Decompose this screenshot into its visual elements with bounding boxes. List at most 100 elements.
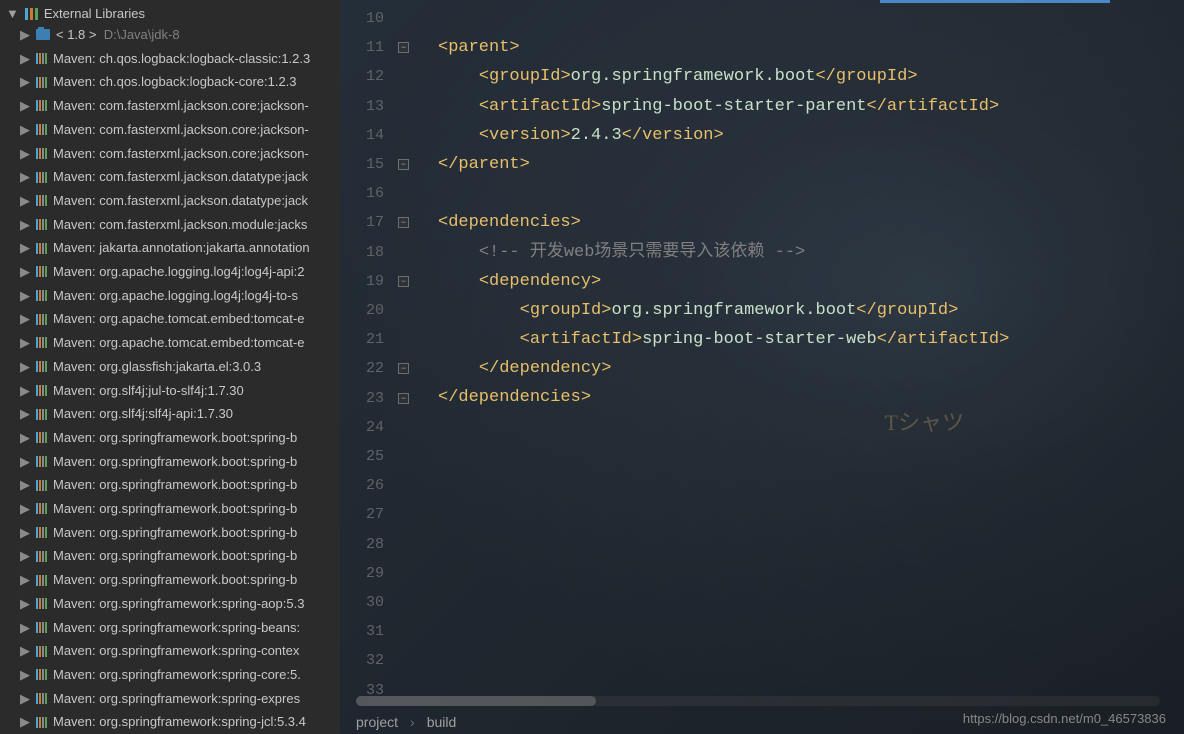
library-node[interactable]: ▶Maven: org.springframework.boot:spring-…	[0, 473, 340, 497]
project-sidebar[interactable]: ▼ External Libraries ▶ < 1.8 > D:\Java\j…	[0, 0, 340, 734]
external-libraries-node[interactable]: ▼ External Libraries	[0, 4, 340, 23]
library-label: Maven: org.springframework:spring-contex	[53, 640, 299, 662]
collapse-arrow-icon: ▶	[20, 664, 30, 686]
library-node[interactable]: ▶Maven: com.fasterxml.jackson.datatype:j…	[0, 189, 340, 213]
library-label: Maven: com.fasterxml.jackson.module:jack…	[53, 214, 307, 236]
library-label: Maven: jakarta.annotation:jakarta.annota…	[53, 237, 310, 259]
collapse-arrow-icon: ▶	[20, 427, 30, 449]
library-icon	[36, 124, 47, 135]
library-label: Maven: org.springframework:spring-core:5…	[53, 664, 301, 686]
library-label: Maven: org.apache.logging.log4j:log4j-to…	[53, 285, 298, 307]
library-icon	[36, 480, 47, 491]
library-icon	[36, 527, 47, 538]
library-node[interactable]: ▶Maven: ch.qos.logback:logback-classic:1…	[0, 47, 340, 71]
library-node[interactable]: ▶Maven: org.springframework.boot:spring-…	[0, 568, 340, 592]
library-node[interactable]: ▶ Maven: org.springframework:spring-aop:5…	[0, 592, 340, 616]
collapse-arrow-icon: ▶	[20, 451, 30, 473]
library-node[interactable]: ▶ Maven: org.springframework:spring-beans…	[0, 616, 340, 640]
fold-toggle-icon[interactable]: −	[398, 393, 409, 404]
library-label: Maven: com.fasterxml.jackson.datatype:ja…	[53, 190, 308, 212]
library-icon	[36, 551, 47, 562]
library-node[interactable]: ▶ Maven: org.springframework.boot:spring-…	[0, 426, 340, 450]
collapse-arrow-icon: ▶	[20, 166, 30, 188]
library-label: Maven: com.fasterxml.jackson.datatype:ja…	[53, 166, 308, 188]
library-label: Maven: org.apache.tomcat.embed:tomcat-e	[53, 308, 304, 330]
horizontal-scrollbar[interactable]	[356, 696, 1160, 706]
library-node[interactable]: ▶Maven: org.springframework.boot:spring-…	[0, 544, 340, 568]
library-node[interactable]: ▶Maven: org.glassfish:jakarta.el:3.0.3	[0, 355, 340, 379]
library-icon	[36, 100, 47, 111]
library-icon	[36, 456, 47, 467]
library-node[interactable]: ▶ Maven: org.apache.logging.log4j:log4j-t…	[0, 284, 340, 308]
library-icon	[36, 290, 47, 301]
tab-highlight	[880, 0, 1110, 3]
library-node[interactable]: ▶ Maven: org.springframework.boot:spring-…	[0, 450, 340, 474]
sdk-path: D:\Java\jdk-8	[104, 27, 180, 42]
collapse-arrow-icon: ▶	[20, 640, 30, 662]
library-node[interactable]: ▶Maven: org.springframework.boot:spring-…	[0, 521, 340, 545]
library-label: Maven: com.fasterxml.jackson.core:jackso…	[53, 119, 309, 141]
library-icon	[36, 693, 47, 704]
library-icon	[36, 243, 47, 254]
library-label: Maven: org.springframework.boot:spring-b	[53, 427, 297, 449]
sdk-icon	[36, 29, 50, 40]
library-label: Maven: org.glassfish:jakarta.el:3.0.3	[53, 356, 261, 378]
fold-toggle-icon[interactable]: −	[398, 363, 409, 374]
code-content[interactable]: <parent> <groupId>org.springframework.bo…	[420, 0, 1184, 734]
library-icon	[36, 409, 47, 420]
collapse-arrow-icon: ▶	[20, 569, 30, 591]
sdk-node[interactable]: ▶ < 1.8 > D:\Java\jdk-8	[0, 23, 340, 47]
collapse-arrow-icon: ▶	[20, 593, 30, 615]
libraries-icon	[25, 8, 38, 20]
library-label: Maven: org.springframework.boot:spring-b	[53, 474, 297, 496]
library-label: Maven: org.springframework:spring-beans:	[53, 617, 300, 639]
library-node[interactable]: ▶Maven: ch.qos.logback:logback-core:1.2.…	[0, 70, 340, 94]
fold-toggle-icon[interactable]: −	[398, 217, 409, 228]
library-node[interactable]: ▶Maven: org.springframework:spring-jcl:5…	[0, 710, 340, 734]
library-label: Maven: com.fasterxml.jackson.core:jackso…	[53, 95, 309, 117]
breadcrumb-build[interactable]: build	[427, 714, 457, 730]
collapse-arrow-icon: ▶	[20, 498, 30, 520]
fold-toggle-icon[interactable]: −	[398, 42, 409, 53]
code-editor[interactable]: Tシャツ 10111213141516171819202122232425262…	[340, 0, 1184, 734]
scrollbar-thumb[interactable]	[356, 696, 596, 706]
library-label: Maven: org.springframework:spring-aop:5.…	[53, 593, 304, 615]
library-node[interactable]: ▶Maven: org.apache.tomcat.embed:tomcat-e	[0, 331, 340, 355]
line-gutter: 1011121314151617181920212223242526272829…	[340, 0, 392, 734]
library-icon	[36, 646, 47, 657]
chevron-right-icon: ›	[410, 714, 415, 730]
library-icon	[36, 172, 47, 183]
library-node[interactable]: ▶ Maven: com.fasterxml.jackson.datatype:j…	[0, 165, 340, 189]
library-node[interactable]: ▶Maven: org.slf4j:slf4j-api:1.7.30	[0, 402, 340, 426]
library-icon	[36, 717, 47, 728]
library-node[interactable]: ▶ Maven: org.springframework:spring-core:…	[0, 663, 340, 687]
fold-toggle-icon[interactable]: −	[398, 159, 409, 170]
library-icon	[36, 77, 47, 88]
collapse-arrow-icon: ▶	[20, 237, 30, 259]
library-node[interactable]: ▶Maven: org.springframework:spring-expre…	[0, 687, 340, 711]
library-node[interactable]: ▶Maven: com.fasterxml.jackson.core:jacks…	[0, 142, 340, 166]
breadcrumb-project[interactable]: project	[356, 714, 398, 730]
library-label: Maven: org.slf4j:jul-to-slf4j:1.7.30	[53, 380, 244, 402]
library-node[interactable]: ▶ Maven: org.slf4j:jul-to-slf4j:1.7.30	[0, 379, 340, 403]
collapse-arrow-icon: ▶	[20, 545, 30, 567]
library-node[interactable]: ▶Maven: com.fasterxml.jackson.core:jacks…	[0, 118, 340, 142]
collapse-arrow-icon: ▶	[20, 522, 30, 544]
library-node[interactable]: ▶Maven: com.fasterxml.jackson.core:jacks…	[0, 94, 340, 118]
collapse-arrow-icon: ▶	[20, 71, 30, 93]
collapse-arrow-icon: ▶	[20, 403, 30, 425]
library-node[interactable]: ▶Maven: org.springframework.boot:spring-…	[0, 497, 340, 521]
library-icon	[36, 385, 47, 396]
library-node[interactable]: ▶ Maven: org.springframework:spring-conte…	[0, 639, 340, 663]
breadcrumb[interactable]: project › build	[356, 714, 456, 730]
collapse-arrow-icon: ▶	[20, 617, 30, 639]
library-node[interactable]: ▶Maven: org.apache.logging.log4j:log4j-a…	[0, 260, 340, 284]
collapse-arrow-icon: ▶	[20, 380, 30, 402]
library-node[interactable]: ▶ Maven: jakarta.annotation:jakarta.annot…	[0, 236, 340, 260]
library-label: Maven: org.springframework.boot:spring-b	[53, 451, 297, 473]
fold-toggle-icon[interactable]: −	[398, 276, 409, 287]
library-label: Maven: org.apache.logging.log4j:log4j-ap…	[53, 261, 305, 283]
collapse-arrow-icon: ▶	[20, 285, 30, 307]
library-node[interactable]: ▶Maven: org.apache.tomcat.embed:tomcat-e	[0, 307, 340, 331]
library-node[interactable]: ▶Maven: com.fasterxml.jackson.module:jac…	[0, 213, 340, 237]
